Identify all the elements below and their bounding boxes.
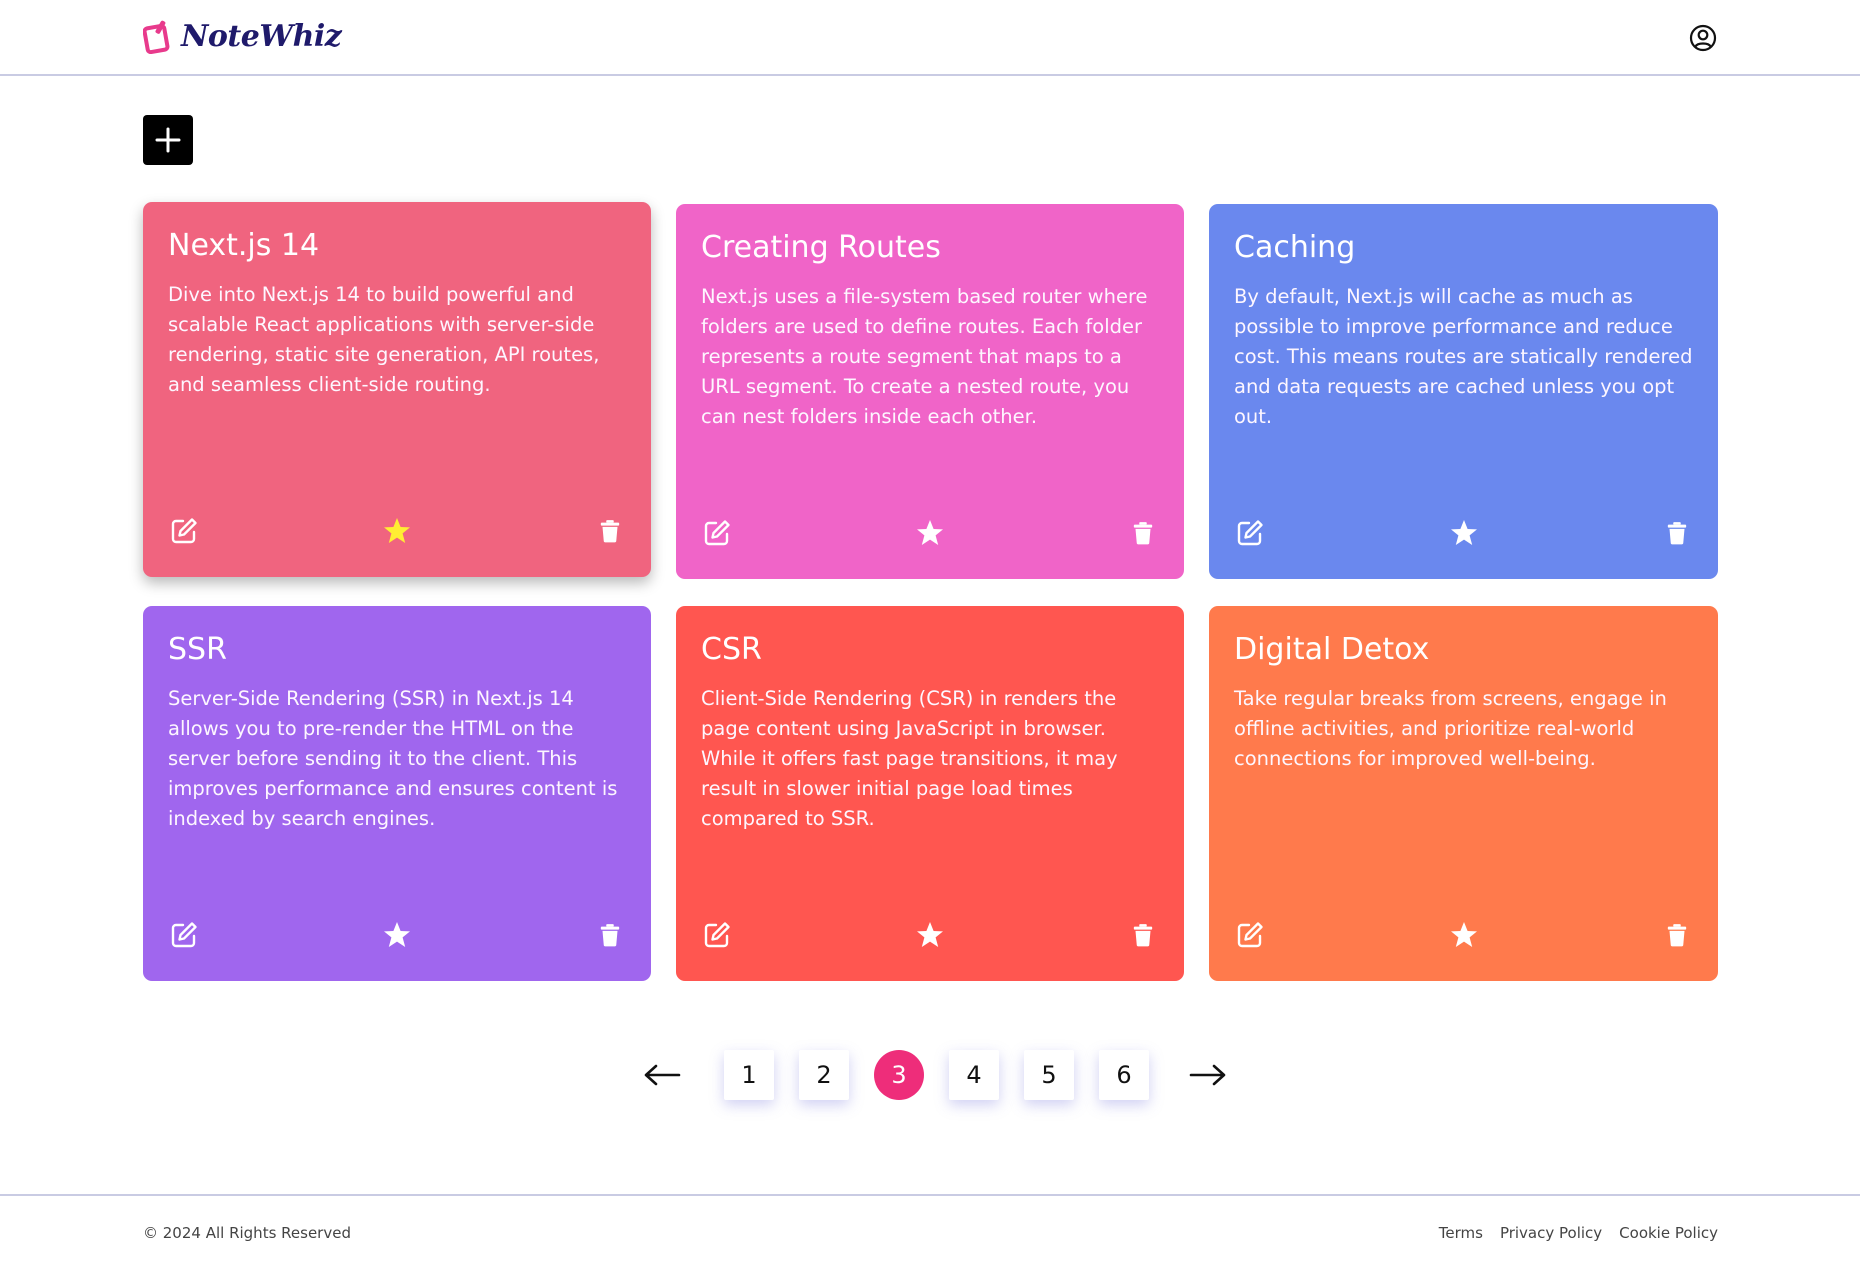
- trash-icon: [1133, 924, 1153, 947]
- trash-icon: [1133, 522, 1153, 545]
- delete-note-button[interactable]: [594, 919, 626, 951]
- favorite-note-button[interactable]: [914, 517, 946, 549]
- next-page-button[interactable]: [1186, 1060, 1230, 1090]
- note-body: Server-Side Rendering (SSR) in Next.js 1…: [168, 687, 618, 830]
- note-body: Take regular breaks from screens, engage…: [1234, 687, 1667, 770]
- pagination: 123456: [640, 1050, 1230, 1100]
- note-actions: [1234, 517, 1693, 549]
- notes-grid: Next.js 14 Dive into Next.js 14 to build …: [143, 202, 1718, 982]
- note-actions: [1234, 919, 1693, 951]
- logo[interactable]: NoteWhiz: [143, 18, 342, 54]
- favorite-note-button[interactable]: [1448, 919, 1480, 951]
- note-card[interactable]: Digital Detox Take regular breaks from sc…: [1209, 606, 1718, 981]
- cookie-policy-link[interactable]: Cookie Policy: [1619, 1224, 1718, 1242]
- trash-icon: [1667, 924, 1687, 947]
- delete-note-button[interactable]: [1661, 517, 1693, 549]
- edit-icon: [171, 922, 197, 948]
- page-button-current[interactable]: 3: [874, 1050, 924, 1100]
- favorite-note-button[interactable]: [381, 919, 413, 951]
- trash-icon: [600, 924, 620, 947]
- add-note-button[interactable]: [143, 115, 193, 165]
- note-actions: [701, 517, 1159, 549]
- star-icon: [384, 922, 410, 947]
- note-body: Next.js uses a file-system based router …: [701, 285, 1148, 428]
- user-circle-icon: [1689, 24, 1717, 52]
- delete-note-button[interactable]: [594, 515, 626, 547]
- arrow-left-icon: [644, 1064, 681, 1086]
- star-icon: [1450, 520, 1477, 545]
- app-header: NoteWhiz: [0, 0, 1860, 76]
- note-actions: [168, 515, 626, 547]
- trash-icon: [600, 520, 620, 543]
- note-title: Caching: [1234, 230, 1356, 265]
- edit-note-button[interactable]: [701, 517, 733, 549]
- star-icon: [917, 520, 943, 545]
- note-actions: [701, 919, 1159, 951]
- edit-note-button[interactable]: [701, 919, 733, 951]
- page-button[interactable]: 4: [949, 1050, 999, 1100]
- favorite-note-button[interactable]: [914, 919, 946, 951]
- edit-icon: [1237, 520, 1263, 546]
- favorite-note-button[interactable]: [381, 515, 413, 547]
- edit-icon: [1237, 922, 1263, 948]
- star-icon: [1450, 922, 1477, 947]
- previous-page-button[interactable]: [640, 1060, 684, 1090]
- edit-note-button[interactable]: [1234, 919, 1266, 951]
- delete-note-button[interactable]: [1127, 919, 1159, 951]
- note-card[interactable]: Caching By default, Next.js will cache as…: [1209, 204, 1718, 579]
- note-actions: [168, 919, 626, 951]
- copyright-text: © 2024 All Rights Reserved: [143, 1224, 351, 1242]
- note-card[interactable]: SSR Server-Side Rendering (SSR) in Next.j…: [143, 606, 651, 981]
- note-body: Client-Side Rendering (CSR) in renders t…: [701, 687, 1118, 830]
- arrow-right-icon: [1189, 1064, 1226, 1086]
- user-profile-button[interactable]: [1689, 24, 1717, 52]
- edit-icon: [704, 922, 730, 948]
- note-card[interactable]: Creating Routes Next.js uses a file-syste…: [676, 204, 1184, 579]
- edit-icon: [704, 520, 730, 546]
- note-card[interactable]: Next.js 14 Dive into Next.js 14 to build …: [143, 202, 651, 577]
- note-body: By default, Next.js will cache as much a…: [1234, 285, 1693, 428]
- edit-note-button[interactable]: [168, 919, 200, 951]
- trash-icon: [1667, 522, 1687, 545]
- footer-links: Terms Privacy Policy Cookie Policy: [1439, 1224, 1718, 1242]
- page-button[interactable]: 2: [799, 1050, 849, 1100]
- plus-icon: [155, 127, 181, 153]
- edit-icon: [171, 518, 197, 544]
- note-title: CSR: [701, 632, 762, 667]
- privacy-policy-link[interactable]: Privacy Policy: [1500, 1224, 1602, 1242]
- terms-link[interactable]: Terms: [1439, 1224, 1483, 1242]
- delete-note-button[interactable]: [1127, 517, 1159, 549]
- edit-note-button[interactable]: [1234, 517, 1266, 549]
- star-icon: [384, 518, 410, 543]
- page-list: 123456: [724, 1050, 1174, 1100]
- note-title: Creating Routes: [701, 230, 941, 265]
- page-button[interactable]: 6: [1099, 1050, 1149, 1100]
- favorite-note-button[interactable]: [1448, 517, 1480, 549]
- note-title: SSR: [168, 632, 227, 667]
- edit-note-button[interactable]: [168, 515, 200, 547]
- notebook-logo-icon: [143, 20, 170, 54]
- page-button[interactable]: 5: [1024, 1050, 1074, 1100]
- note-body: Dive into Next.js 14 to build powerful a…: [168, 283, 600, 396]
- note-title: Digital Detox: [1234, 632, 1430, 667]
- logo-text: NoteWhiz: [181, 18, 342, 54]
- note-card[interactable]: CSR Client-Side Rendering (CSR) in render…: [676, 606, 1184, 981]
- delete-note-button[interactable]: [1661, 919, 1693, 951]
- note-title: Next.js 14: [168, 228, 320, 263]
- star-icon: [917, 922, 943, 947]
- page-button[interactable]: 1: [724, 1050, 774, 1100]
- footer: © 2024 All Rights Reserved Terms Privacy…: [0, 1194, 1860, 1264]
